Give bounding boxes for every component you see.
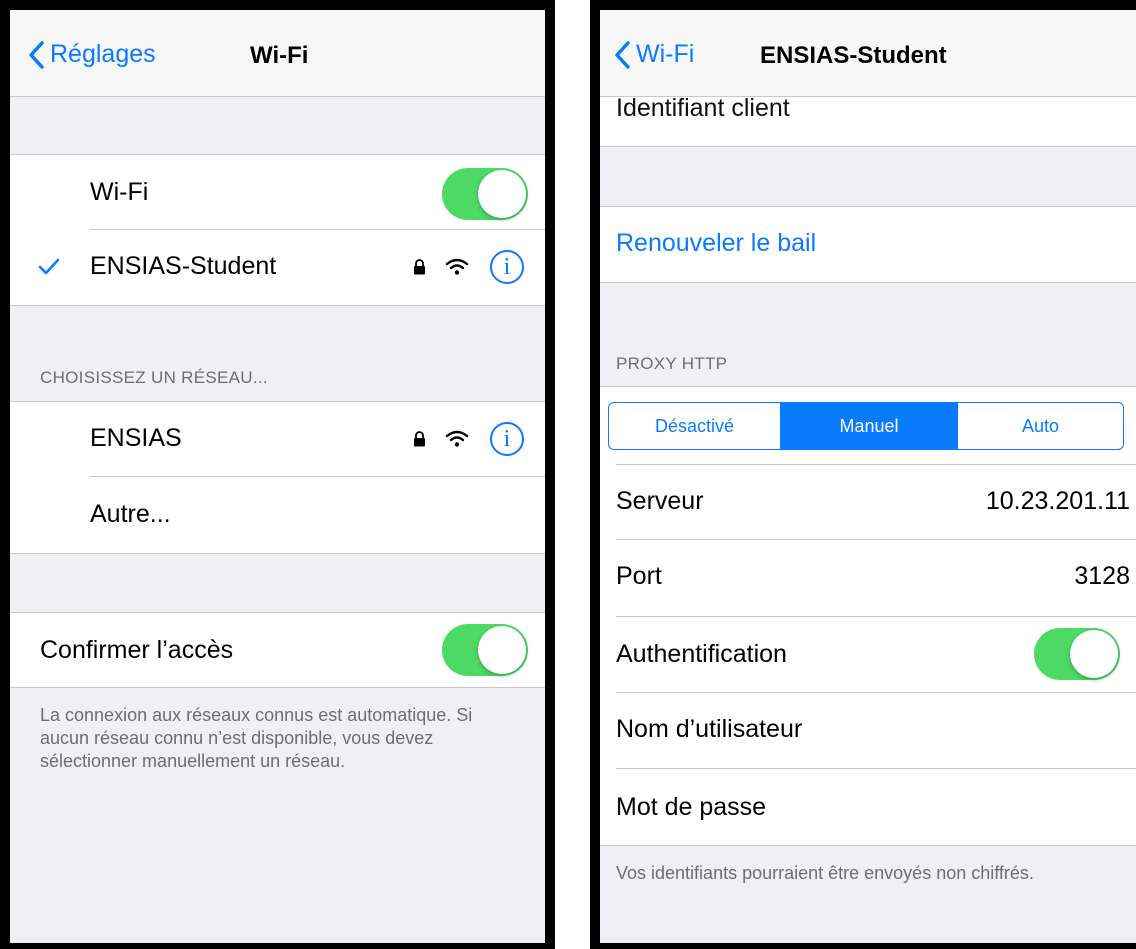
lock-icon xyxy=(414,259,425,275)
connected-network-name: ENSIAS-Student xyxy=(90,252,277,280)
toggle-knob xyxy=(1070,630,1118,678)
wifi-toggle[interactable] xyxy=(442,168,528,220)
network-details-screen: Identifiant client Wi-Fi ENSIAS-Student … xyxy=(590,0,1136,949)
lock-icon xyxy=(414,431,425,447)
footer-note: Vos identifiants pourraient être envoyés… xyxy=(616,863,1034,883)
checkmark-icon xyxy=(38,258,60,275)
page-title: ENSIAS-Student xyxy=(760,42,947,69)
username-row[interactable]: Nom d’utilisateur xyxy=(600,693,1136,768)
nav-bar: Wi-Fi ENSIAS-Student xyxy=(600,10,1136,97)
authentication-toggle[interactable] xyxy=(1034,628,1120,680)
server-value: 10.23.201.11 xyxy=(985,487,1130,515)
proxy-mode-segmented-control: Désactivé Manuel Auto xyxy=(608,402,1124,450)
renew-lease-button[interactable]: Renouveler le bail xyxy=(600,206,1136,283)
toggle-knob xyxy=(478,626,526,674)
port-label: Port xyxy=(616,562,662,590)
partial-row: Identifiant client xyxy=(600,94,1136,147)
info-icon[interactable]: i xyxy=(490,422,524,456)
port-row[interactable]: Port 3128 xyxy=(600,540,1136,615)
other-network-label: Autre... xyxy=(90,500,171,528)
password-label: Mot de passe xyxy=(616,793,767,821)
server-row[interactable]: Serveur 10.23.201.11 xyxy=(600,465,1136,539)
segment-disabled[interactable]: Désactivé xyxy=(609,403,781,449)
chevron-left-icon xyxy=(615,40,630,69)
client-id-label: Identifiant client xyxy=(616,94,790,122)
separator xyxy=(616,616,1136,617)
confirm-access-label: Confirmer l’accès xyxy=(40,636,234,664)
section-header: PROXY HTTP xyxy=(616,354,728,373)
username-label: Nom d’utilisateur xyxy=(616,715,803,743)
wifi-signal-icon xyxy=(445,430,469,447)
back-label: Wi-Fi xyxy=(636,40,695,68)
confirm-access-toggle[interactable] xyxy=(442,624,528,676)
segment-auto[interactable]: Auto xyxy=(957,403,1123,449)
section-header: CHOISISSEZ UN RÉSEAU... xyxy=(40,368,268,387)
wifi-label: Wi-Fi xyxy=(90,178,149,206)
back-button[interactable]: Wi-Fi xyxy=(614,40,694,69)
authentication-label: Authentification xyxy=(616,640,787,668)
segment-manual[interactable]: Manuel xyxy=(781,403,957,449)
chevron-left-icon xyxy=(29,40,44,69)
server-label: Serveur xyxy=(616,487,704,515)
info-icon[interactable]: i xyxy=(490,250,524,284)
port-value: 3128 xyxy=(1074,562,1130,590)
footer-note: La connexion aux réseaux connus est auto… xyxy=(40,705,473,771)
network-name: ENSIAS xyxy=(90,424,182,452)
back-button[interactable]: Réglages xyxy=(28,40,156,69)
toggle-knob xyxy=(478,170,526,218)
wifi-settings-screen: Réglages Wi-Fi Wi-Fi ENSIAS-Student i CH… xyxy=(0,0,555,949)
renew-lease-label: Renouveler le bail xyxy=(616,229,817,257)
password-row[interactable]: Mot de passe xyxy=(600,769,1136,844)
connected-network-row[interactable]: ENSIAS-Student i xyxy=(10,230,545,304)
page-title: Wi-Fi xyxy=(250,42,309,69)
other-network-row[interactable]: Autre... xyxy=(10,477,545,551)
back-label: Réglages xyxy=(50,40,156,68)
wifi-signal-icon xyxy=(445,258,469,275)
nav-bar: Réglages Wi-Fi xyxy=(10,10,545,97)
network-row[interactable]: ENSIAS i xyxy=(10,402,545,476)
